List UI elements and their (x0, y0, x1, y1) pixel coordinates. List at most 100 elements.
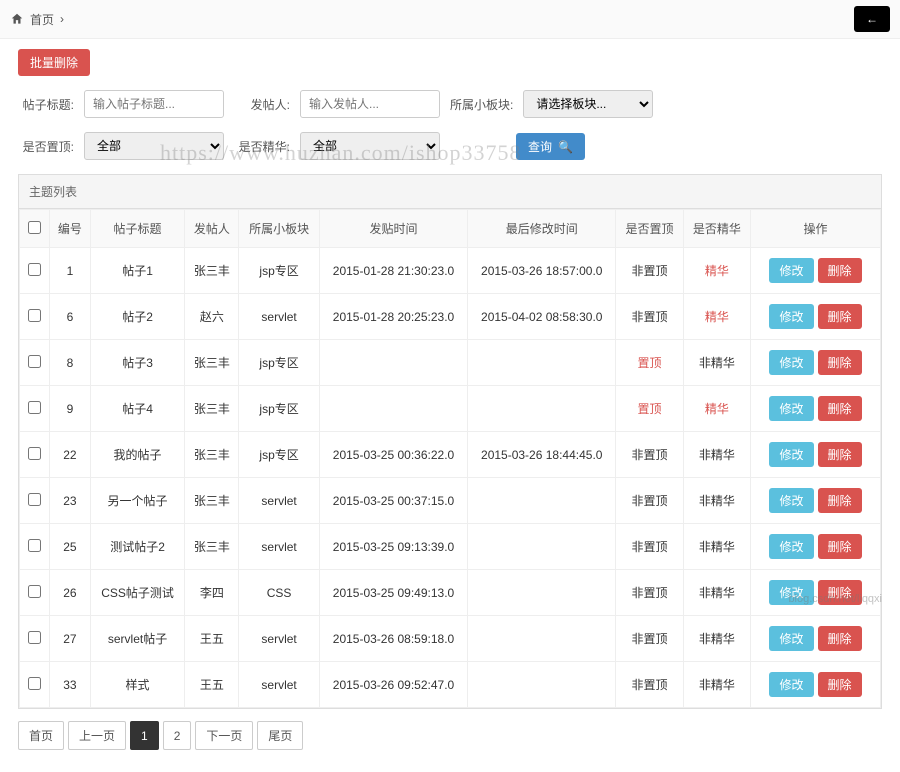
row-checkbox[interactable] (28, 493, 41, 506)
cell-top: 非置顶 (616, 248, 683, 294)
cell-elite: 精华 (683, 248, 750, 294)
edit-button[interactable]: 修改 (769, 396, 813, 421)
cell-top: 非置顶 (616, 524, 683, 570)
cell-poster: 赵六 (185, 294, 239, 340)
board-label: 所属小板块: (450, 96, 513, 113)
cell-elite: 非精华 (683, 432, 750, 478)
row-checkbox[interactable] (28, 263, 41, 276)
table-row: 1帖子1张三丰jsp专区2015-01-28 21:30:23.02015-03… (20, 248, 881, 294)
row-checkbox[interactable] (28, 631, 41, 644)
cell-ops: 修改删除 (751, 248, 881, 294)
cell-ops: 修改删除 (751, 294, 881, 340)
delete-button[interactable]: 删除 (818, 488, 862, 513)
cell-title: 另一个帖子 (90, 478, 184, 524)
page-prev[interactable]: 上一页 (68, 721, 126, 750)
filter-row-2: 是否置顶: 全部 是否精华: 全部 查询 🔍 (18, 132, 882, 160)
cell-posttime: 2015-01-28 20:25:23.0 (319, 294, 467, 340)
filters: 帖子标题: 发帖人: 所属小板块: 请选择板块... 是否置顶: 全部 是否精华… (18, 90, 882, 160)
table-row: 22我的帖子张三丰jsp专区2015-03-25 00:36:22.02015-… (20, 432, 881, 478)
cell-id: 8 (50, 340, 91, 386)
row-checkbox[interactable] (28, 585, 41, 598)
cell-id: 33 (50, 662, 91, 708)
edit-button[interactable]: 修改 (769, 350, 813, 375)
cell-posttime (319, 386, 467, 432)
delete-button[interactable]: 删除 (818, 350, 862, 375)
col-posttime: 发贴时间 (319, 210, 467, 248)
cell-top: 非置顶 (616, 432, 683, 478)
cell-posttime: 2015-03-26 08:59:18.0 (319, 616, 467, 662)
table-row: 6帖子2赵六servlet2015-01-28 20:25:23.02015-0… (20, 294, 881, 340)
cell-board: jsp专区 (239, 340, 320, 386)
delete-button[interactable]: 删除 (818, 442, 862, 467)
cell-title: 帖子1 (90, 248, 184, 294)
cell-poster: 张三丰 (185, 478, 239, 524)
row-checkbox[interactable] (28, 309, 41, 322)
cell-poster: 张三丰 (185, 432, 239, 478)
row-checkbox[interactable] (28, 401, 41, 414)
cell-board: jsp专区 (239, 248, 320, 294)
top-label: 是否置顶: (18, 138, 74, 155)
edit-button[interactable]: 修改 (769, 534, 813, 559)
page-1[interactable]: 1 (130, 721, 159, 750)
delete-button[interactable]: 删除 (818, 304, 862, 329)
cell-title: servlet帖子 (90, 616, 184, 662)
page-next[interactable]: 下一页 (195, 721, 253, 750)
cell-lastmod (468, 340, 616, 386)
cell-poster: 张三丰 (185, 386, 239, 432)
cell-title: 帖子2 (90, 294, 184, 340)
page-2[interactable]: 2 (163, 721, 192, 750)
board-select[interactable]: 请选择板块... (523, 90, 653, 118)
row-checkbox[interactable] (28, 677, 41, 690)
title-input[interactable] (84, 90, 224, 118)
table-header-row: 编号 帖子标题 发帖人 所属小板块 发贴时间 最后修改时间 是否置顶 是否精华 … (20, 210, 881, 248)
edit-button[interactable]: 修改 (769, 672, 813, 697)
cell-elite: 非精华 (683, 616, 750, 662)
cell-id: 6 (50, 294, 91, 340)
cell-posttime: 2015-03-26 09:52:47.0 (319, 662, 467, 708)
row-checkbox[interactable] (28, 447, 41, 460)
cell-ops: 修改删除 (751, 340, 881, 386)
breadcrumb-home[interactable]: 首页 (30, 11, 54, 28)
cell-top: 非置顶 (616, 478, 683, 524)
elite-select[interactable]: 全部 (300, 132, 440, 160)
cell-poster: 王五 (185, 616, 239, 662)
delete-button[interactable]: 删除 (818, 258, 862, 283)
col-lastmod: 最后修改时间 (468, 210, 616, 248)
edit-button[interactable]: 修改 (769, 304, 813, 329)
cell-posttime: 2015-01-28 21:30:23.0 (319, 248, 467, 294)
edit-button[interactable]: 修改 (769, 626, 813, 651)
cell-lastmod (468, 616, 616, 662)
top-select[interactable]: 全部 (84, 132, 224, 160)
edit-button[interactable]: 修改 (769, 258, 813, 283)
page-last[interactable]: 尾页 (257, 721, 303, 750)
delete-button[interactable]: 删除 (818, 672, 862, 697)
row-checkbox[interactable] (28, 539, 41, 552)
cell-lastmod: 2015-03-26 18:44:45.0 (468, 432, 616, 478)
select-all-checkbox[interactable] (28, 221, 41, 234)
cell-board: jsp专区 (239, 432, 320, 478)
delete-button[interactable]: 删除 (818, 626, 862, 651)
page-first[interactable]: 首页 (18, 721, 64, 750)
cell-lastmod (468, 524, 616, 570)
edit-button[interactable]: 修改 (769, 442, 813, 467)
cell-poster: 张三丰 (185, 248, 239, 294)
row-checkbox[interactable] (28, 355, 41, 368)
panel-title: 主题列表 (19, 175, 881, 209)
poster-input[interactable] (300, 90, 440, 118)
search-button[interactable]: 查询 🔍 (516, 133, 585, 160)
col-id: 编号 (50, 210, 91, 248)
delete-button[interactable]: 删除 (818, 396, 862, 421)
table-row: 9帖子4张三丰jsp专区置顶精华修改删除 (20, 386, 881, 432)
edit-button[interactable]: 修改 (769, 488, 813, 513)
edit-button[interactable]: 修改 (769, 580, 813, 605)
delete-button[interactable]: 删除 (818, 580, 862, 605)
filter-row-1: 帖子标题: 发帖人: 所属小板块: 请选择板块... (18, 90, 882, 118)
table-row: 23另一个帖子张三丰servlet2015-03-25 00:37:15.0非置… (20, 478, 881, 524)
cell-lastmod: 2015-03-26 18:57:00.0 (468, 248, 616, 294)
back-button[interactable]: ← (854, 6, 890, 32)
pagination: 首页 上一页 1 2 下一页 尾页 (18, 721, 882, 750)
delete-button[interactable]: 删除 (818, 534, 862, 559)
batch-delete-button[interactable]: 批量删除 (18, 49, 90, 76)
table-row: 8帖子3张三丰jsp专区置顶非精华修改删除 (20, 340, 881, 386)
search-button-label: 查询 (528, 140, 552, 154)
